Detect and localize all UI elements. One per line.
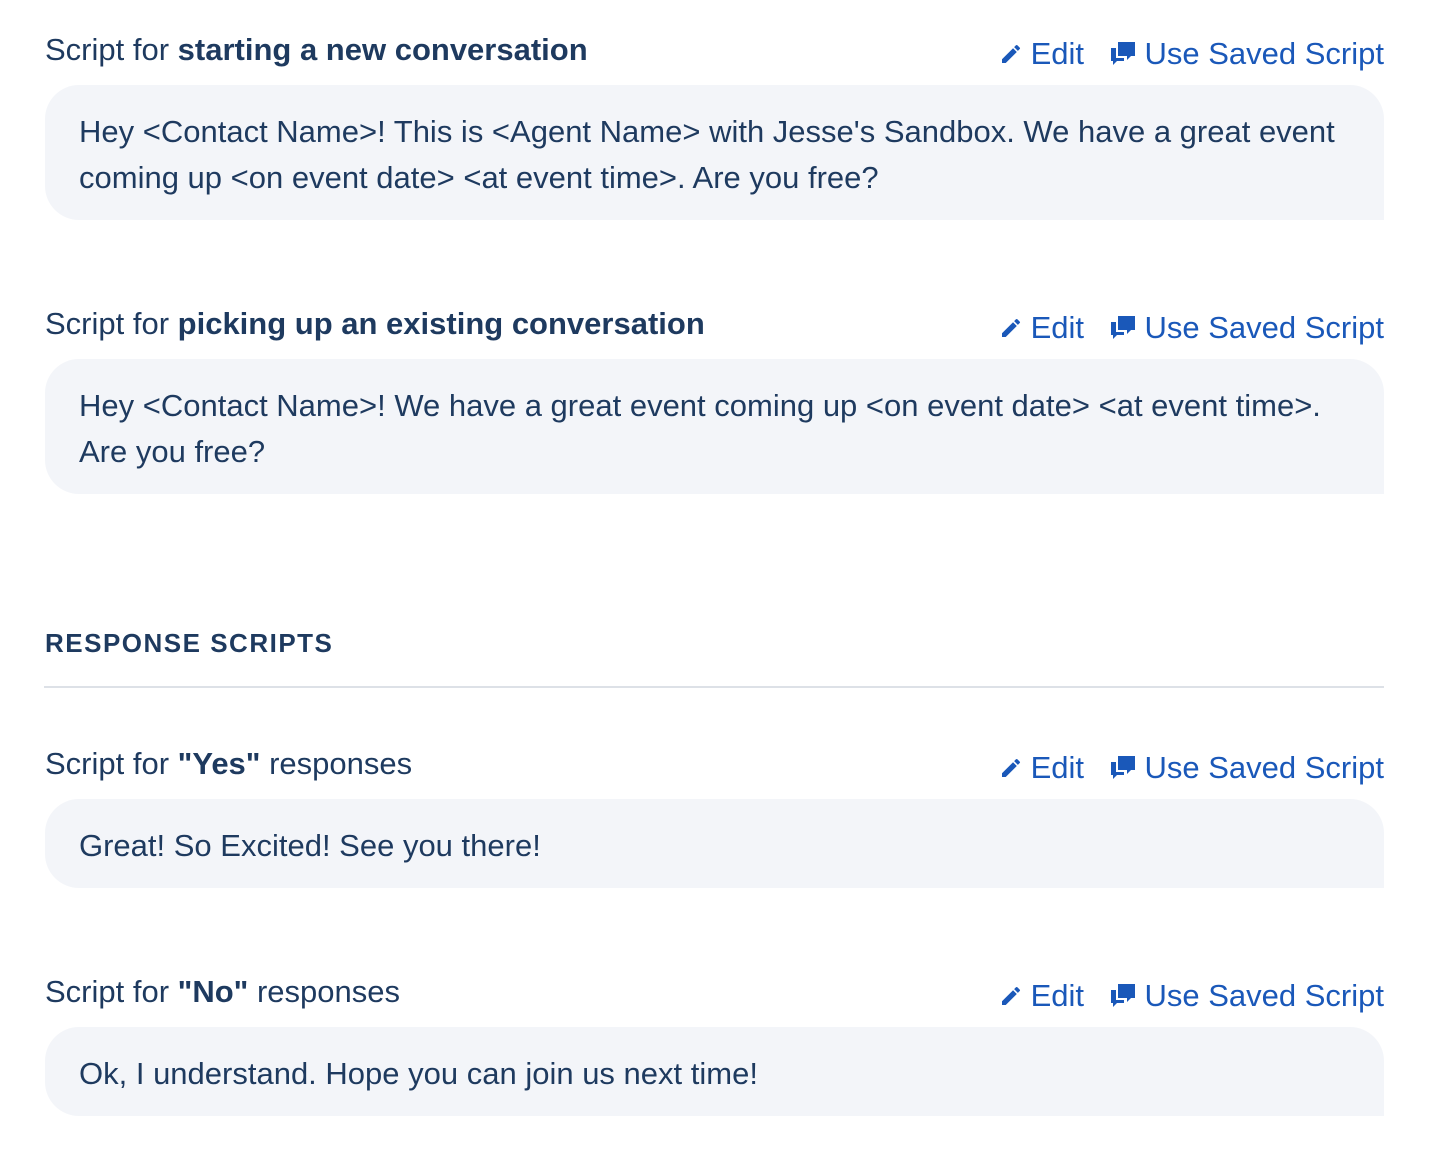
edit-button[interactable]: Edit (999, 308, 1084, 348)
chat-bubbles-icon (1109, 754, 1137, 782)
pencil-icon (999, 756, 1023, 780)
edit-button[interactable]: Edit (999, 748, 1084, 788)
use-saved-script-label: Use Saved Script (1144, 978, 1385, 1013)
script-title: Script for starting a new conversation (45, 32, 588, 67)
script-text: Hey <Contact Name>! This is <Agent Name>… (79, 114, 1335, 195)
script-title: Script for "Yes" responses (45, 746, 413, 781)
script-block-new-conversation: Script for starting a new conversation E… (45, 30, 1385, 220)
pencil-icon (999, 316, 1023, 340)
use-saved-script-button[interactable]: Use Saved Script (1109, 976, 1385, 1016)
script-title: Script for picking up an existing conver… (45, 306, 705, 341)
edit-label: Edit (1030, 36, 1084, 71)
edit-label: Edit (1030, 750, 1084, 785)
script-text: Hey <Contact Name>! We have a great even… (79, 388, 1321, 469)
edit-label: Edit (1030, 978, 1084, 1013)
chat-bubbles-icon (1109, 314, 1137, 342)
script-text-box[interactable]: Ok, I understand. Hope you can join us n… (45, 1027, 1384, 1116)
script-text: Great! So Excited! See you there! (79, 828, 541, 863)
script-block-yes-responses: Script for "Yes" responses Edit Use Save… (45, 744, 1385, 888)
use-saved-script-label: Use Saved Script (1144, 750, 1385, 785)
edit-label: Edit (1030, 310, 1084, 345)
script-text-box[interactable]: Great! So Excited! See you there! (45, 799, 1384, 888)
use-saved-script-button[interactable]: Use Saved Script (1109, 748, 1385, 788)
use-saved-script-label: Use Saved Script (1144, 310, 1385, 345)
use-saved-script-label: Use Saved Script (1144, 36, 1385, 71)
script-title: Script for "No" responses (45, 974, 401, 1009)
script-block-existing-conversation: Script for picking up an existing conver… (45, 304, 1385, 494)
pencil-icon (999, 42, 1023, 66)
script-text-box[interactable]: Hey <Contact Name>! This is <Agent Name>… (45, 85, 1384, 220)
chat-bubbles-icon (1109, 40, 1137, 68)
section-divider (44, 686, 1384, 688)
use-saved-script-button[interactable]: Use Saved Script (1109, 308, 1385, 348)
script-text-box[interactable]: Hey <Contact Name>! We have a great even… (45, 359, 1384, 494)
script-text: Ok, I understand. Hope you can join us n… (79, 1056, 758, 1091)
chat-bubbles-icon (1109, 982, 1137, 1010)
script-block-no-responses: Script for "No" responses Edit Use Saved… (45, 972, 1385, 1116)
use-saved-script-button[interactable]: Use Saved Script (1109, 34, 1385, 74)
edit-button[interactable]: Edit (999, 976, 1084, 1016)
response-scripts-heading: RESPONSE SCRIPTS (45, 628, 334, 658)
pencil-icon (999, 984, 1023, 1008)
edit-button[interactable]: Edit (999, 34, 1084, 74)
